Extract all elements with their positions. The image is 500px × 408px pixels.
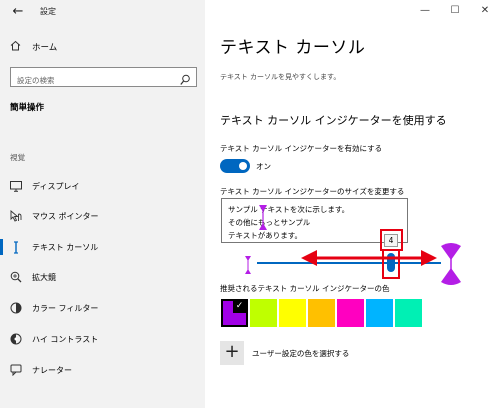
group-label-vision: 視覚 — [10, 153, 25, 162]
title-bar: ← 設定 — [0, 0, 205, 26]
check-icon: ✓ — [233, 300, 246, 313]
color-filter-icon — [9, 301, 23, 315]
page-subtitle: テキスト カーソルを見やすくします。 — [220, 73, 341, 81]
main-content: — ☐ ✕ テキスト カーソル テキスト カーソルを見やすくします。 テキスト … — [205, 0, 500, 408]
sidebar-item-label: カラー フィルター — [32, 303, 99, 313]
search-icon[interactable] — [180, 71, 190, 85]
home-link[interactable]: ホーム — [8, 38, 57, 56]
custom-color-button[interactable]: + ユーザー設定の色を選択する — [220, 341, 349, 365]
minimize-button[interactable]: — — [410, 0, 440, 24]
maximize-button[interactable]: ☐ — [440, 0, 470, 24]
sidebar-item-display[interactable]: ディスプレイ — [0, 174, 205, 198]
home-label: ホーム — [32, 43, 58, 53]
color-swatch[interactable] — [395, 299, 422, 327]
sidebar-item-label: ハイ コントラスト — [32, 334, 99, 344]
small-size-indicator-icon — [245, 256, 251, 274]
custom-color-label: ユーザー設定の色を選択する — [252, 348, 350, 358]
active-indicator — [0, 239, 3, 255]
color-swatch[interactable] — [250, 299, 277, 327]
indicator-section-title: テキスト カーソル インジケーターを使用する — [220, 114, 447, 127]
sidebar-item-label: マウス ポインター — [32, 211, 99, 221]
sidebar-item-label: ディスプレイ — [32, 181, 80, 191]
sidebar-item-mouse-pointer[interactable]: マウス ポインター — [0, 204, 205, 228]
indicator-toggle[interactable] — [220, 159, 250, 173]
section-heading: 簡単操作 — [10, 103, 45, 113]
monitor-icon — [9, 179, 23, 193]
color-swatches: ✓ — [221, 299, 422, 327]
sidebar-item-high-contrast[interactable]: ハイ コントラスト — [0, 327, 205, 351]
sidebar-item-magnifier[interactable]: 拡大鏡 — [0, 265, 205, 289]
color-swatch[interactable] — [279, 299, 306, 327]
sidebar-item-label: 拡大鏡 — [32, 272, 56, 282]
back-button[interactable]: ← — [8, 3, 28, 21]
preview-line: サンプル テキストを次に示します。 — [228, 205, 350, 214]
page-title: テキスト カーソル — [220, 38, 366, 58]
large-size-indicator-icon — [441, 243, 461, 285]
size-label: テキスト カーソル インジケーターのサイズを変更する — [220, 187, 405, 196]
plus-icon: + — [220, 341, 244, 365]
annotation-thumb-highlight — [382, 249, 400, 279]
magnifier-icon — [9, 270, 23, 284]
sidebar: ← 設定 ホーム 簡単操作 視覚 ディスプレイ マウス ポインター テキスト カ — [0, 0, 205, 408]
app-title: 設定 — [40, 7, 56, 16]
color-swatch[interactable] — [366, 299, 393, 327]
window-controls: — ☐ ✕ — [410, 0, 500, 24]
color-swatch[interactable]: ✓ — [221, 299, 248, 327]
pointer-icon — [9, 209, 23, 223]
toggle-state-text: オン — [256, 162, 271, 171]
sidebar-item-color-filter[interactable]: カラー フィルター — [0, 296, 205, 320]
toggle-label: テキスト カーソル インジケーターを有効にする — [220, 144, 383, 153]
sidebar-item-text-cursor[interactable]: テキスト カーソル — [0, 235, 205, 259]
color-swatch[interactable] — [337, 299, 364, 327]
contrast-icon — [9, 332, 23, 346]
slider-value-tooltip: 4 — [384, 234, 398, 247]
size-slider-track[interactable] — [257, 262, 441, 264]
sidebar-item-label: ナレーター — [32, 365, 72, 375]
sidebar-item-label: テキスト カーソル — [32, 242, 99, 252]
preview-line: テキストがあります。 — [228, 231, 303, 240]
color-label: 推奨されるテキスト カーソル インジケーターの色 — [220, 284, 390, 293]
search-input[interactable] — [11, 71, 171, 90]
close-button[interactable]: ✕ — [470, 0, 500, 24]
sidebar-item-narrator[interactable]: ナレーター — [0, 358, 205, 382]
home-icon — [8, 40, 22, 54]
narrator-icon — [9, 363, 23, 377]
color-swatch[interactable] — [308, 299, 335, 327]
back-arrow-icon: ← — [12, 4, 24, 19]
search-box[interactable] — [10, 67, 197, 90]
text-cursor-icon — [9, 240, 23, 254]
preview-line: その他にもっとサンプル — [228, 218, 311, 227]
toggle-knob — [239, 162, 247, 170]
